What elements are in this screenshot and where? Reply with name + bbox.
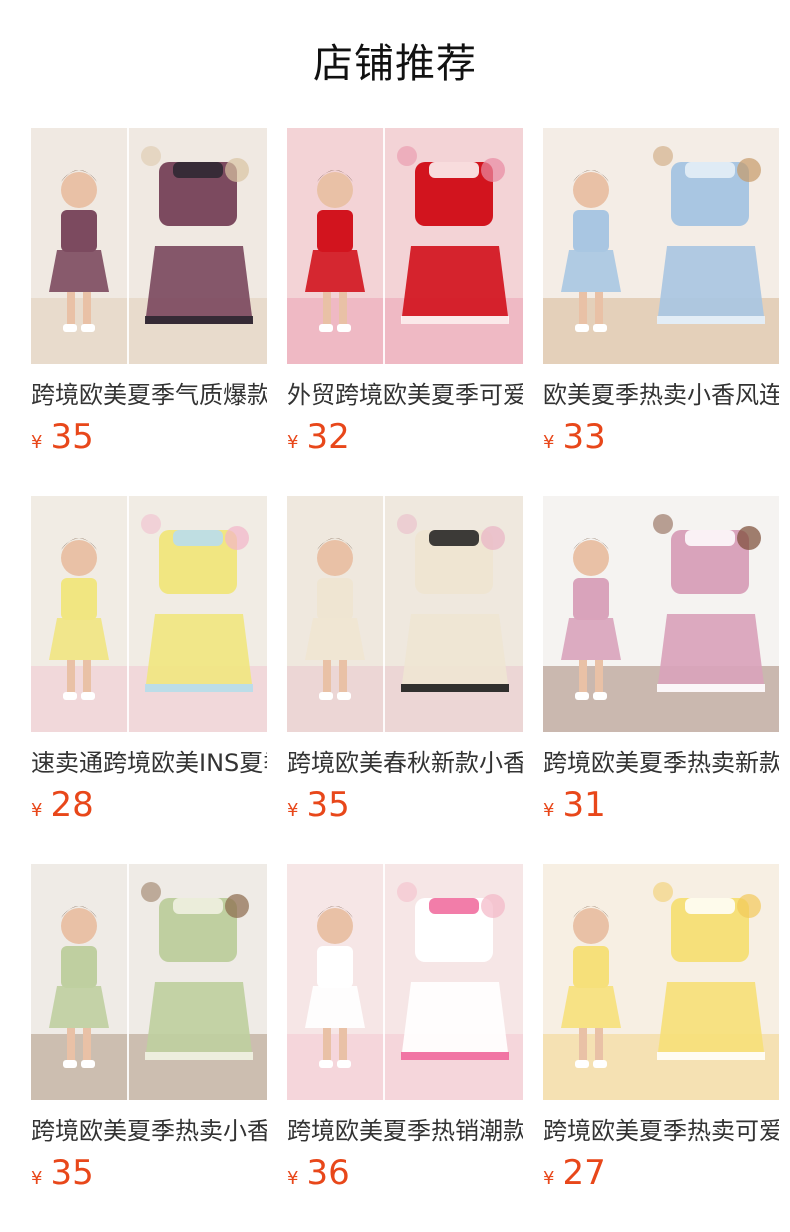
currency-symbol: ¥ [543,800,555,821]
product-image[interactable] [287,496,523,732]
product-name[interactable]: 欧美夏季热卖小香风连衣 [543,378,779,412]
product-price: ¥35 [31,417,94,457]
product-name[interactable]: 跨境欧美夏季热销潮款 [287,1114,523,1148]
product-name[interactable]: 跨境欧美夏季热卖可爱 [543,1114,779,1148]
currency-symbol: ¥ [31,432,43,453]
product-grid: 跨境欧美夏季气质爆款 ¥35 外贸跨境欧美夏季可爱 ¥32 欧美夏季热卖小香风连… [31,128,790,1228]
price-value: 31 [562,785,606,825]
product-card[interactable]: 跨境欧美夏季气质爆款 ¥35 [31,128,267,468]
currency-symbol: ¥ [287,1168,299,1189]
product-photo [287,496,523,732]
price-value: 35 [50,1153,94,1193]
price-value: 35 [306,785,350,825]
product-image[interactable] [543,128,779,364]
price-value: 28 [50,785,94,825]
product-name[interactable]: 跨境欧美春秋新款小香风 [287,746,523,780]
product-photo [287,128,523,364]
price-value: 36 [306,1153,350,1193]
price-value: 32 [306,417,350,457]
product-card[interactable]: 速卖通跨境欧美INS夏季 ¥28 [31,496,267,836]
product-name[interactable]: 外贸跨境欧美夏季可爱 [287,378,523,412]
product-card[interactable]: 跨境欧美夏季热卖新款 ¥31 [543,496,779,836]
product-image[interactable] [543,496,779,732]
product-price: ¥32 [287,417,350,457]
product-image[interactable] [287,128,523,364]
currency-symbol: ¥ [287,432,299,453]
product-name[interactable]: 跨境欧美夏季热卖小香风 [31,1114,267,1148]
product-photo [31,864,267,1100]
currency-symbol: ¥ [31,800,43,821]
product-card[interactable]: 跨境欧美夏季热卖可爱 ¥27 [543,864,779,1204]
product-image[interactable] [31,496,267,732]
product-price: ¥27 [543,1153,606,1193]
currency-symbol: ¥ [543,432,555,453]
currency-symbol: ¥ [31,1168,43,1189]
price-value: 27 [562,1153,606,1193]
product-name[interactable]: 速卖通跨境欧美INS夏季 [31,746,267,780]
product-photo [31,496,267,732]
product-price: ¥28 [31,785,94,825]
product-name[interactable]: 跨境欧美夏季热卖新款 [543,746,779,780]
product-card[interactable]: 跨境欧美夏季热销潮款 ¥36 [287,864,523,1204]
product-card[interactable]: 外贸跨境欧美夏季可爱 ¥32 [287,128,523,468]
price-value: 35 [50,417,94,457]
product-photo [31,128,267,364]
product-image[interactable] [31,864,267,1100]
product-card[interactable]: 跨境欧美春秋新款小香风 ¥35 [287,496,523,836]
product-photo [543,864,779,1100]
product-name[interactable]: 跨境欧美夏季气质爆款 [31,378,267,412]
product-image[interactable] [31,128,267,364]
product-price: ¥35 [287,785,350,825]
product-price: ¥35 [31,1153,94,1193]
product-photo [287,864,523,1100]
product-image[interactable] [543,864,779,1100]
product-card[interactable]: 跨境欧美夏季热卖小香风 ¥35 [31,864,267,1204]
product-photo [543,128,779,364]
product-price: ¥31 [543,785,606,825]
page-title: 店铺推荐 [313,41,477,87]
product-card[interactable]: 欧美夏季热卖小香风连衣 ¥33 [543,128,779,468]
product-price: ¥33 [543,417,606,457]
product-photo [543,496,779,732]
currency-symbol: ¥ [543,1168,555,1189]
currency-symbol: ¥ [287,800,299,821]
product-image[interactable] [287,864,523,1100]
price-value: 33 [562,417,606,457]
product-price: ¥36 [287,1153,350,1193]
